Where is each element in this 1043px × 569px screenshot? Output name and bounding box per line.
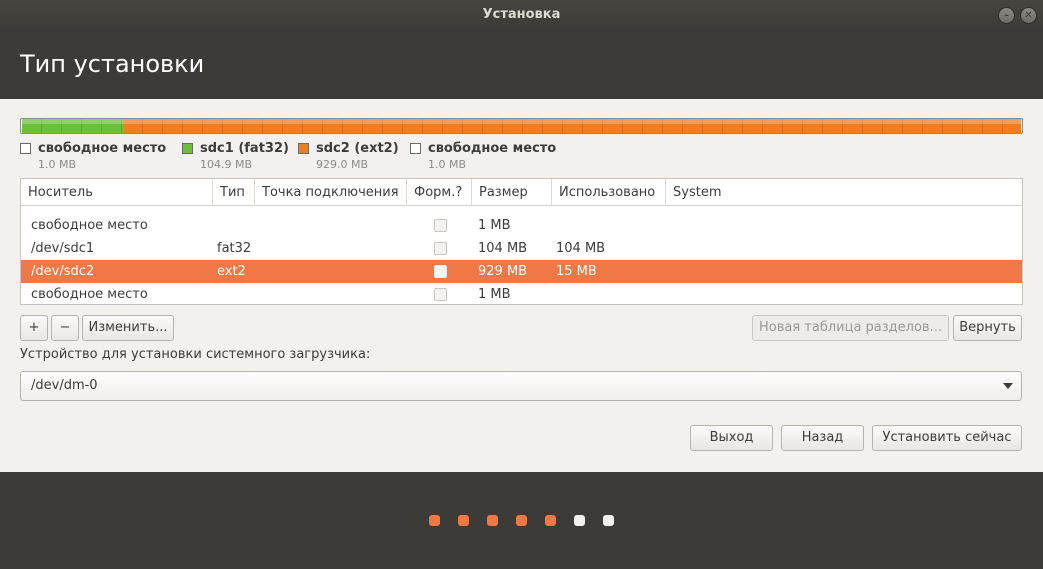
window-title: Установка <box>482 7 561 22</box>
bootloader-label: Устройство для установки системного загр… <box>20 347 371 362</box>
cell-type: fat32 <box>217 241 252 256</box>
disk-segment-sdc2 <box>123 119 1021 133</box>
table-row[interactable]: /dev/sdc1 fat32 104 MB 104 MB <box>21 237 1022 260</box>
legend-swatch <box>182 143 193 154</box>
dropdown-arrow-icon <box>1003 383 1013 389</box>
column-header-mount[interactable]: Точка подключения <box>255 179 407 206</box>
legend-size: 1.0 MB <box>428 158 467 171</box>
cell-size: 929 MB <box>478 264 528 279</box>
legend-swatch <box>20 143 31 154</box>
revert-button[interactable]: Вернуть <box>953 315 1022 341</box>
window-titlebar: Установка – ✕ <box>0 0 1043 30</box>
column-header-format[interactable]: Форм.? <box>407 179 472 206</box>
format-checkbox[interactable] <box>434 288 447 301</box>
bootloader-device-select[interactable]: /dev/dm-0 <box>20 371 1022 401</box>
column-header-system[interactable]: System <box>666 179 1022 206</box>
table-row[interactable]: свободное место 1 MB <box>21 214 1022 237</box>
legend-size: 104.9 MB <box>200 158 253 171</box>
legend-item-free-1: свободное место 1.0 MB <box>20 141 180 171</box>
cell-size: 104 MB <box>478 241 528 256</box>
progress-dot-complete <box>458 515 469 526</box>
legend-item-free-2: свободное место 1.0 MB <box>410 141 570 171</box>
quit-button[interactable]: Выход <box>690 425 773 451</box>
legend-size: 929.0 MB <box>316 158 369 171</box>
cell-device: /dev/sdc2 <box>31 264 95 279</box>
table-row[interactable]: свободное место 1 MB <box>21 283 1022 306</box>
legend-item-sdc1: sdc1 (fat32) 104.9 MB <box>182 141 302 171</box>
disk-segment-sdc1 <box>22 119 123 133</box>
progress-dot-pending <box>574 515 585 526</box>
minimize-icon: – <box>1004 10 1009 21</box>
table-row-selected[interactable]: /dev/sdc2 ext2 929 MB 15 MB <box>21 260 1022 283</box>
progress-dot-complete <box>516 515 527 526</box>
progress-dot-complete <box>429 515 440 526</box>
main-content: свободное место 1.0 MB sdc1 (fat32) 104.… <box>0 99 1043 472</box>
legend-name: sdc1 (fat32) <box>200 141 289 156</box>
install-now-button[interactable]: Установить сейчас <box>872 425 1022 451</box>
legend-name: свободное место <box>428 141 557 156</box>
disk-segment-free-end <box>1021 119 1022 133</box>
cell-type: ext2 <box>217 264 246 279</box>
cell-device: свободное место <box>31 287 148 302</box>
progress-dot-pending <box>603 515 614 526</box>
close-button[interactable]: ✕ <box>1020 7 1037 24</box>
change-partition-button[interactable]: Изменить... <box>82 315 174 341</box>
column-header-type[interactable]: Тип <box>213 179 255 206</box>
format-checkbox[interactable] <box>434 219 447 232</box>
cell-device: свободное место <box>31 218 148 233</box>
add-partition-button[interactable]: + <box>20 315 48 341</box>
cell-size: 1 MB <box>478 287 511 302</box>
page-title: Тип установки <box>20 50 205 78</box>
footer <box>0 472 1043 569</box>
remove-partition-button[interactable]: − <box>51 315 79 341</box>
page-header: Тип установки <box>0 30 1043 99</box>
bootloader-device-value: /dev/dm-0 <box>31 378 98 393</box>
minimize-button[interactable]: – <box>998 7 1015 24</box>
legend-name: sdc2 (ext2) <box>316 141 399 156</box>
back-button[interactable]: Назад <box>781 425 864 451</box>
cell-size: 1 MB <box>478 218 511 233</box>
column-header-device[interactable]: Носитель <box>21 179 213 206</box>
table-header: Носитель Тип Точка подключения Форм.? Ра… <box>21 179 1022 206</box>
format-checkbox[interactable] <box>434 242 447 255</box>
progress-dot-complete <box>487 515 498 526</box>
legend-swatch <box>410 143 421 154</box>
legend-item-sdc2: sdc2 (ext2) 929.0 MB <box>298 141 408 171</box>
cell-device: /dev/sdc1 <box>31 241 95 256</box>
format-checkbox[interactable] <box>434 265 447 278</box>
close-icon: ✕ <box>1024 10 1033 21</box>
legend-size: 1.0 MB <box>38 158 77 171</box>
legend-name: свободное место <box>38 141 167 156</box>
column-header-used[interactable]: Использовано <box>552 179 666 206</box>
partition-table: Носитель Тип Точка подключения Форм.? Ра… <box>20 178 1023 305</box>
column-header-size[interactable]: Размер <box>472 179 552 206</box>
new-partition-table-button[interactable]: Новая таблица разделов... <box>752 315 949 341</box>
cell-used: 15 MB <box>556 264 597 279</box>
disk-usage-bar <box>20 118 1023 134</box>
cell-used: 104 MB <box>556 241 606 256</box>
progress-dot-complete <box>545 515 556 526</box>
legend-swatch <box>298 143 309 154</box>
